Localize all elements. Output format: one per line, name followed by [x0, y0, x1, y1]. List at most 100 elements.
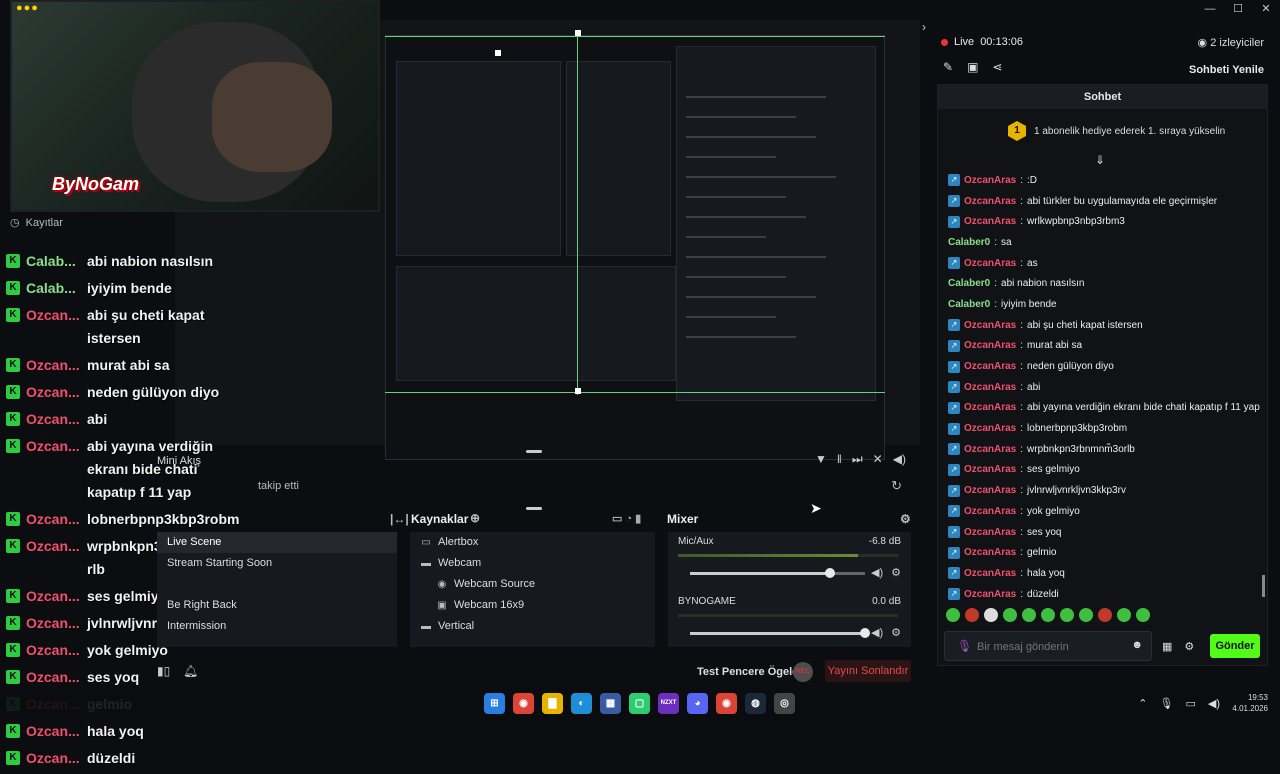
record-button[interactable]: REC [793, 662, 813, 682]
resize-handle[interactable] [575, 388, 581, 394]
send-button[interactable]: Gönder [1210, 634, 1260, 658]
emoji-icon[interactable]: ☻ [1131, 639, 1143, 651]
settings-icon[interactable]: ⚙ [1184, 640, 1194, 653]
emote-icon[interactable] [1136, 608, 1150, 622]
resize-grip[interactable] [526, 507, 542, 510]
emote-icon[interactable] [965, 608, 979, 622]
volume-slider-knob[interactable] [825, 568, 835, 578]
volume-slider[interactable] [690, 568, 865, 578]
chrome-icon[interactable]: ◉ [513, 693, 534, 714]
chat-username[interactable]: OzcanAras [964, 361, 1016, 372]
steam-icon[interactable]: ◍ [745, 693, 766, 714]
chat-username[interactable]: OzcanAras [964, 320, 1016, 331]
chat-username[interactable]: OzcanAras [964, 423, 1016, 434]
add-source-icon[interactable]: ⊕ [470, 511, 480, 525]
emote-icon[interactable] [1003, 608, 1017, 622]
close-button[interactable]: ✕ [1252, 0, 1280, 18]
chat-username[interactable]: OzcanAras [964, 464, 1016, 475]
nzxt-icon[interactable]: NZXT [658, 693, 679, 714]
channel-settings-icon[interactable]: ⚙ [891, 626, 901, 639]
mini-akis-label[interactable]: Mini Akış [157, 455, 201, 467]
pause-icon[interactable]: ‖ [837, 452, 842, 467]
chat-username[interactable]: OzcanAras [964, 527, 1016, 538]
mute-icon[interactable]: ◀) [871, 626, 883, 639]
volume-slider[interactable] [690, 628, 870, 638]
mute-alerts-icon[interactable]: ✕ [873, 452, 883, 467]
mute-icon[interactable]: ◀) [871, 566, 883, 579]
chat-username[interactable]: OzcanAras [964, 506, 1016, 517]
maximize-button[interactable]: ☐ [1224, 0, 1252, 18]
chat-username[interactable]: OzcanAras [964, 547, 1016, 558]
popout-icon[interactable]: ▣ [967, 60, 978, 74]
mixer-settings-icon[interactable]: ⚙ [900, 512, 911, 526]
skip-icon[interactable]: ⏭ [852, 452, 863, 467]
scene-item[interactable]: Live Scene [157, 532, 397, 553]
resize-handle[interactable] [575, 30, 581, 36]
expand-sidebar-icon[interactable]: › [922, 20, 926, 34]
chat-username[interactable]: OzcanAras [964, 196, 1016, 207]
gift-banner[interactable]: 1 1 abonelik hediye ederek 1. sıraya yük… [1008, 121, 1225, 141]
chrome-alt-icon[interactable]: ◉ [716, 693, 737, 714]
chat-username[interactable]: OzcanAras [964, 175, 1016, 186]
emote-icon[interactable] [1117, 608, 1131, 622]
clock[interactable]: 19:53 4.01.2026 [1232, 692, 1268, 714]
emote-icon[interactable] [1079, 608, 1093, 622]
recordings-row[interactable]: ◷ Kayıtlar [10, 216, 63, 230]
edit-icon[interactable]: ✎ [943, 60, 953, 74]
scene-item[interactable]: Be Right Back [157, 595, 397, 616]
resize-grip[interactable] [526, 450, 542, 453]
chat-username[interactable]: Calaber0 [948, 278, 990, 289]
emote-icon[interactable] [1060, 608, 1074, 622]
emote-icon[interactable] [984, 608, 998, 622]
chat-username[interactable]: Calaber0 [948, 299, 990, 310]
emote-icon[interactable] [946, 608, 960, 622]
refresh-chat-button[interactable]: Sohbeti Yenile [1189, 64, 1264, 76]
scene-item[interactable] [157, 574, 397, 595]
source-item[interactable]: ▬ Webcam [410, 553, 655, 574]
chat-username[interactable]: OzcanAras [964, 382, 1016, 393]
scene-item[interactable]: Intermission [157, 616, 397, 637]
chat-username[interactable]: OzcanAras [964, 485, 1016, 496]
tray-expand-icon[interactable]: ⌃ [1138, 697, 1147, 710]
stats-icon[interactable]: ▮▯ [157, 664, 170, 678]
tray-volume-icon[interactable]: ◀) [1208, 697, 1220, 710]
source-item[interactable]: ▬ Vertical [410, 616, 655, 637]
chat-username[interactable]: OzcanAras [964, 444, 1016, 455]
chat-username[interactable]: OzcanAras [964, 340, 1016, 351]
emote-icon[interactable] [1098, 608, 1112, 622]
chat-username[interactable]: OzcanAras [964, 402, 1016, 413]
emote-icon[interactable] [1022, 608, 1036, 622]
source-item[interactable]: ▭ Alertbox [410, 532, 655, 553]
scene-item[interactable]: Stream Starting Soon [157, 553, 397, 574]
chat-username[interactable]: OzcanAras [964, 216, 1016, 227]
microphone-icon[interactable]: 🎙︎ [957, 639, 972, 653]
store-icon[interactable]: ▦ [1162, 640, 1172, 653]
test-widgets-label[interactable]: Test Pencere Ögeleri [697, 666, 806, 678]
volume-icon[interactable]: ◀) [893, 452, 906, 467]
filter-icon[interactable]: ▼ [815, 452, 827, 467]
resize-handle[interactable] [495, 50, 501, 56]
chat-input[interactable] [977, 636, 1127, 658]
tray-mic-icon[interactable]: 🎙︎ [1160, 697, 1174, 710]
chat-username[interactable]: OzcanAras [964, 568, 1016, 579]
file-explorer-icon[interactable]: ▇ [542, 693, 563, 714]
edge-icon[interactable]: ◐ [571, 693, 592, 714]
minimize-button[interactable]: — [1196, 0, 1224, 18]
refresh-icon[interactable]: ↻ [891, 478, 902, 494]
app-icon[interactable]: ◎ [774, 693, 795, 714]
chat-username[interactable]: OzcanAras [964, 589, 1016, 600]
store-icon[interactable]: ▦ [600, 693, 621, 714]
source-tools-icons[interactable]: ▭ ◔ ▮ [612, 512, 641, 525]
chat-scrollbar[interactable] [1262, 575, 1265, 597]
chat-username[interactable]: Calaber0 [948, 237, 990, 248]
notifications-icon[interactable]: 🔔︎ [183, 664, 198, 678]
streaming-app-icon[interactable]: ▢ [629, 693, 650, 714]
end-stream-button[interactable]: Yayını Sonlandır [825, 660, 911, 682]
emote-icon[interactable] [1041, 608, 1055, 622]
scroll-down-icon[interactable]: ⇓ [1095, 153, 1105, 167]
share-icon[interactable]: ⋖ [992, 60, 1002, 74]
volume-slider-knob[interactable] [860, 628, 870, 638]
windows-start-icon[interactable]: ⊞ [484, 693, 505, 714]
source-item[interactable]: ▣ Webcam 16x9 [410, 595, 655, 616]
sources-collapse-icon[interactable]: |↔| [390, 512, 409, 526]
